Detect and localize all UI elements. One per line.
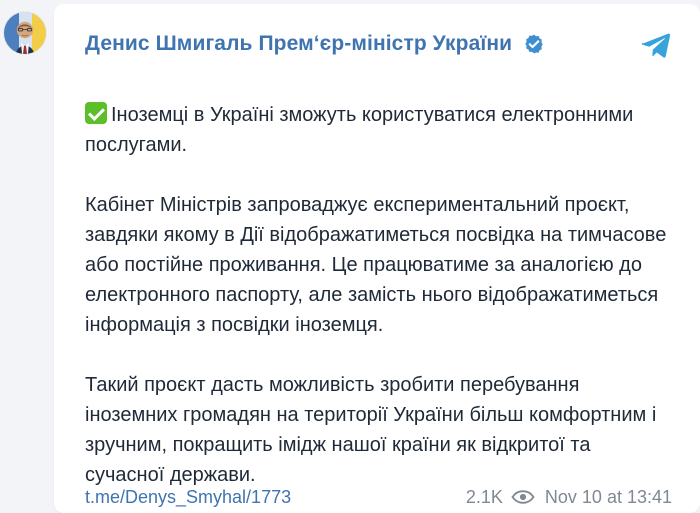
post-link[interactable]: t.me/Denys_Smyhal/1773 xyxy=(85,487,291,508)
channel-name[interactable]: Денис Шмигаль Прем‘єр-міністр України xyxy=(85,32,512,56)
check-mark-icon xyxy=(85,102,107,124)
message-body: Іноземці в Україні зможуть користуватися… xyxy=(85,70,675,513)
avatar[interactable] xyxy=(4,12,46,54)
post-header: Денис Шмигаль Прем‘єр-міністр України xyxy=(85,32,546,56)
post-card: Денис Шмигаль Прем‘єр-міністр України Ін… xyxy=(54,4,700,513)
post-meta: 2.1K Nov 10 at 13:41 xyxy=(466,487,672,508)
views-count: 2.1K xyxy=(466,487,535,508)
message-lead-text: Іноземці в Україні зможуть користуватися… xyxy=(85,104,634,156)
post-timestamp: Nov 10 at 13:41 xyxy=(544,486,672,507)
eye-icon xyxy=(511,490,535,504)
post-footer: t.me/Denys_Smyhal/1773 2.1K Nov 10 at 13… xyxy=(85,485,672,509)
message-paragraph-1: Кабінет Міністрів запроваджує експеримен… xyxy=(85,194,667,336)
telegram-icon[interactable] xyxy=(639,28,673,62)
message-paragraph-2: Такий проєкт дасть можливість зробити пе… xyxy=(85,374,657,486)
message-lead: Іноземці в Україні зможуть користуватися… xyxy=(85,100,675,160)
verified-badge-icon xyxy=(522,32,546,56)
views-text: 2.1K xyxy=(465,486,503,507)
avatar-image xyxy=(4,12,46,54)
telegram-post-embed: Денис Шмигаль Прем‘єр-міністр України Ін… xyxy=(0,0,700,513)
